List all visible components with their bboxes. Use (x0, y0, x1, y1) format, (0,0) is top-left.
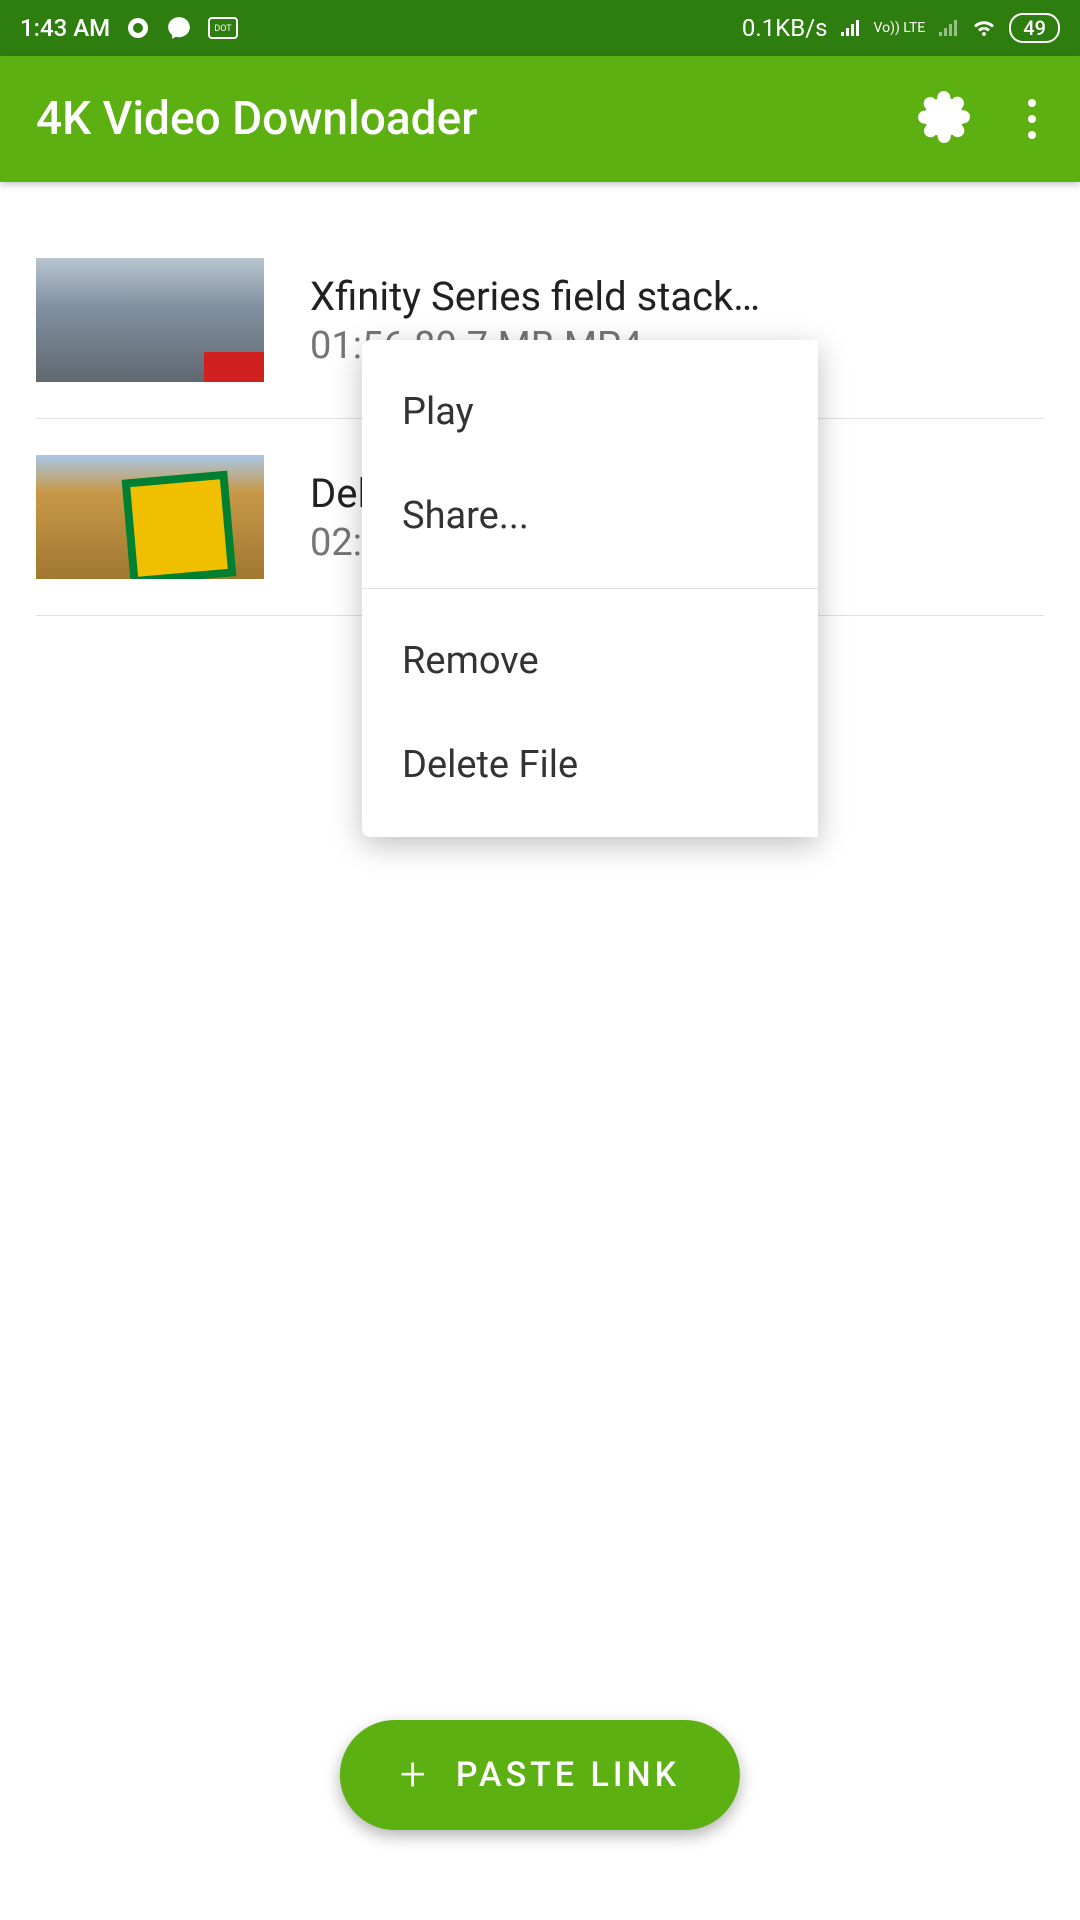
app-notification-icon: DOT (208, 17, 238, 39)
paste-link-button[interactable]: + PASTE LINK (340, 1720, 740, 1830)
menu-item-play[interactable]: Play (362, 360, 818, 464)
fab-label: PASTE LINK (456, 1755, 680, 1795)
status-time: 1:43 AM (20, 14, 110, 42)
svg-text:DOT: DOT (214, 24, 232, 34)
video-thumbnail (36, 258, 264, 382)
data-rate: 0.1KB/s (742, 14, 828, 42)
settings-button[interactable] (918, 91, 970, 147)
signal-icon-2 (937, 18, 959, 38)
plus-icon: + (400, 1752, 426, 1798)
app-bar-actions (918, 91, 1044, 147)
wifi-icon (971, 18, 997, 38)
status-bar-right: 0.1KB/s Vo)) LTE 49 (742, 13, 1060, 43)
status-bar: 1:43 AM DOT 0.1KB/s Vo)) LTE 49 (0, 0, 1080, 56)
lte-indicator: Vo)) LTE (873, 21, 925, 35)
messenger-icon (166, 15, 192, 41)
more-options-button[interactable] (1020, 91, 1044, 147)
signal-icon-1 (839, 18, 861, 38)
battery-indicator: 49 (1009, 13, 1060, 43)
context-menu: Play Share... Remove Delete File (362, 340, 818, 837)
video-thumbnail (36, 455, 264, 579)
menu-item-remove[interactable]: Remove (362, 609, 818, 713)
notification-icon (126, 16, 150, 40)
status-bar-left: 1:43 AM DOT (20, 14, 238, 42)
menu-item-delete-file[interactable]: Delete File (362, 713, 818, 817)
app-bar: 4K Video Downloader (0, 56, 1080, 182)
app-title: 4K Video Downloader (36, 92, 477, 146)
video-title: Xfinity Series field stack… (310, 273, 1044, 320)
menu-item-share[interactable]: Share... (362, 464, 818, 568)
